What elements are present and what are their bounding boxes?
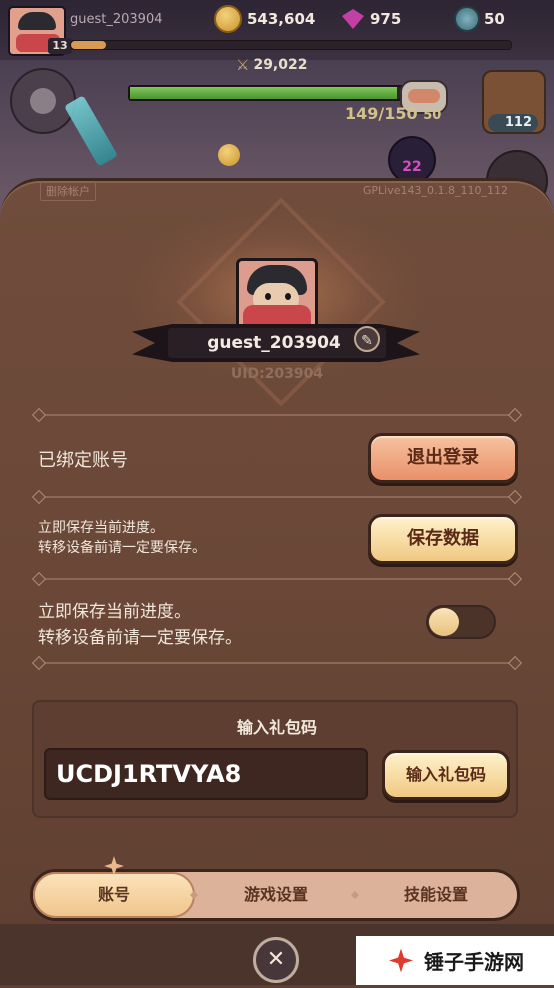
house-count: 112 <box>488 114 538 132</box>
coin-icon <box>218 144 240 166</box>
gem-icon <box>342 9 364 29</box>
stone-icon <box>454 6 480 32</box>
pencil-icon: ✎ <box>361 333 373 349</box>
save-progress-line2: 转移设备前请一定要保存。 <box>38 540 206 556</box>
eye-shape <box>265 293 271 300</box>
auto-save-toggle[interactable] <box>426 605 496 639</box>
tab-game-settings[interactable]: 游戏设置 <box>196 870 356 920</box>
logout-button[interactable]: 退出登录 <box>368 433 518 483</box>
tab-account[interactable]: 账号 <box>33 870 195 920</box>
gift-code-input[interactable] <box>44 748 368 800</box>
save-progress-label: 立即保存当前进度。 转移设备前请一定要保存。 <box>38 518 206 558</box>
gift-code-title: 输入礼包码 <box>236 718 317 737</box>
hp-max: /150 <box>378 104 418 123</box>
edit-name-button[interactable]: ✎ <box>354 326 380 352</box>
version-label: GPLive143_0.1.8_110_112 <box>362 184 508 197</box>
enemy-counter[interactable]: 22 <box>388 136 436 184</box>
divider <box>31 407 523 423</box>
divider <box>31 571 523 587</box>
boss-hp-bar <box>128 85 404 101</box>
auto-save-line1: 立即保存当前进度。 <box>38 602 191 622</box>
close-icon: ✕ <box>266 947 286 972</box>
save-progress-line1: 立即保存当前进度。 <box>38 520 164 536</box>
auto-save-label: 立即保存当前进度。 转移设备前请一定要保存。 <box>38 599 242 651</box>
profile-name: guest_203904 <box>207 333 341 353</box>
boss-hp-fill <box>130 87 397 99</box>
redeem-gift-button[interactable]: 输入礼包码 <box>382 750 510 800</box>
stone-counter[interactable]: 50 <box>454 6 505 32</box>
divider <box>31 489 523 505</box>
top-hud: 13 guest_203904 543,604 975 50 <box>0 0 554 60</box>
combat-power-value: 29,022 <box>253 57 308 73</box>
close-button[interactable]: ✕ <box>253 937 299 983</box>
divider <box>31 655 523 671</box>
coin-counter[interactable]: 543,604 <box>214 5 316 33</box>
gem-counter[interactable]: 975 <box>342 6 401 32</box>
combat-power: ⚔ 29,022 <box>236 56 307 74</box>
xp-bar-fill <box>71 41 107 49</box>
crossed-swords-icon: ⚔ <box>236 56 250 74</box>
hud-player-name: guest_203904 <box>70 12 163 27</box>
player-level-badge: 13 <box>48 38 72 54</box>
gamepad-icon[interactable] <box>10 68 76 134</box>
tab-skill-settings[interactable]: 技能设置 <box>356 870 516 920</box>
eye-shape <box>285 293 291 300</box>
bound-account-label: 已绑定账号 <box>38 450 128 471</box>
boss-hp-text: 149/150 50 <box>345 104 441 123</box>
coin-amount: 543,604 <box>247 10 316 28</box>
auto-save-line2: 转移设备前请一定要保存。 <box>38 628 242 648</box>
coin-icon <box>214 5 242 33</box>
toggle-knob <box>429 608 459 636</box>
gem-amount: 975 <box>370 10 402 28</box>
hammer-logo-icon <box>386 946 416 976</box>
profile-uid: UID:203904 <box>230 366 324 382</box>
stone-amount: 50 <box>484 10 505 28</box>
hp-current: 149 <box>345 104 379 123</box>
save-data-button[interactable]: 保存数据 <box>368 514 518 564</box>
xp-bar <box>70 40 512 50</box>
watermark-text: 锤子手游网 <box>424 950 524 974</box>
delete-account-link[interactable]: 删除帐户 <box>40 181 96 201</box>
boss-level: 50 <box>423 108 442 123</box>
watermark: 锤子手游网 <box>356 936 554 985</box>
